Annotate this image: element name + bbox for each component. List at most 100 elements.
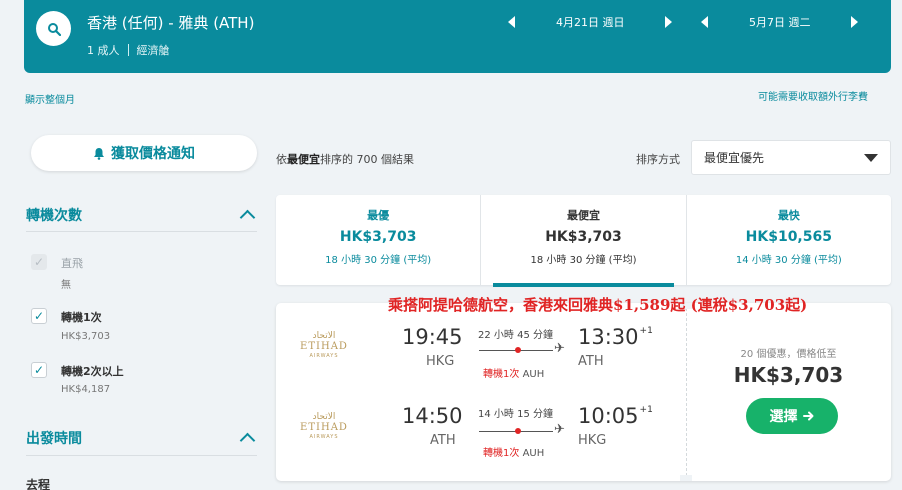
nonstop-checkbox: ✓ (31, 254, 47, 270)
stop-airport: AUH (522, 448, 545, 459)
depart-time: 14:50 (402, 404, 463, 428)
passenger-cabin-summary[interactable]: 1 成人 經濟艙 (87, 42, 170, 58)
depart-date[interactable]: 4月21日 週日 (556, 14, 625, 30)
depart-airport: ATH (430, 433, 456, 448)
select-button[interactable]: 選擇 (746, 398, 838, 434)
one-stop-checkbox[interactable]: ✓ (31, 308, 47, 324)
day-offset: +1 (639, 405, 653, 415)
flight-result-card[interactable]: الاتحاد ETIHAD AIRWAYS 19:45 HKG 22 小時 4… (276, 303, 891, 481)
arrive-time: 13:30+1 (578, 325, 653, 349)
arrive-airport: HKG (578, 433, 607, 448)
airline-logo-sub: AIRWAYS (309, 353, 339, 359)
return-date[interactable]: 5月7日 週二 (749, 14, 811, 30)
results-count-suffix: 排序的 700 個結果 (320, 153, 414, 166)
arrive-time-value: 10:05 (578, 404, 639, 428)
sort-tabs: 最優 HK$3,703 18 小時 30 分鐘 (平均) 最便宜 HK$3,70… (276, 195, 891, 287)
prev-return-date-icon[interactable] (701, 16, 708, 28)
bell-icon (94, 147, 104, 160)
tab-title: 最快 (777, 209, 800, 222)
one-stop-price: HK$3,703 (61, 331, 111, 342)
tab-duration: 18 小時 30 分鐘 (平均) (325, 255, 432, 266)
etihad-logo: الاتحاد ETIHAD AIRWAYS (296, 412, 352, 441)
departure-time-filter-header[interactable]: 出發時間 (26, 428, 257, 449)
search-icon (47, 22, 61, 36)
depart-time: 19:45 (402, 325, 463, 349)
tab-cheapest[interactable]: 最便宜 HK$3,703 18 小時 30 分鐘 (平均) (480, 195, 685, 287)
airline-logo-sub: AIRWAYS (309, 434, 339, 440)
flight-duration: 14 小時 15 分鐘 (478, 409, 553, 420)
stops-filter-header[interactable]: 轉機次數 (26, 205, 257, 226)
collapse-chevron-icon[interactable] (239, 432, 256, 449)
plane-icon: ✈ (554, 341, 565, 356)
arrive-time-value: 13:30 (578, 325, 639, 349)
stops-filter-title: 轉機次數 (26, 208, 82, 224)
tab-fastest[interactable]: 最快 HK$10,565 14 小時 30 分鐘 (平均) (685, 195, 891, 285)
show-whole-month-link[interactable]: 顯示整個月 (25, 91, 75, 106)
plane-icon: ✈ (554, 422, 565, 437)
two-plus-stops-checkbox[interactable]: ✓ (31, 362, 47, 378)
promo-banner-text: 乘搭阿提哈德航空，香港來回雅典$1,589起 (連稅$3,703起) (388, 296, 808, 314)
departure-time-title: 出發時間 (26, 431, 82, 447)
search-summary-bar: 香港 (任何) - 雅典 (ATH) 1 成人 經濟艙 4月21日 週日 5月7… (24, 0, 891, 73)
nonstop-price: 無 (61, 280, 71, 291)
prev-depart-date-icon[interactable] (508, 16, 515, 28)
price-alert-button[interactable]: 獲取價格通知 (31, 135, 257, 171)
stops-info: 轉機1次 AUH (483, 444, 544, 459)
stop-dot (515, 428, 521, 434)
next-return-date-icon[interactable] (850, 16, 858, 28)
stops-info: 轉機1次 AUH (483, 365, 544, 380)
tab-price: HK$3,703 (545, 229, 622, 245)
one-stop-label[interactable]: 轉機1次 (61, 309, 102, 325)
section-divider (26, 231, 257, 232)
airline-logo-arabic: الاتحاد (312, 412, 336, 422)
two-plus-stops-label[interactable]: 轉機2次以上 (61, 363, 124, 379)
sort-value: 最便宜優先 (704, 151, 765, 165)
section-divider (26, 455, 257, 456)
stops-count: 轉機1次 (483, 369, 520, 380)
return-date-nav: 5月7日 週二 (701, 12, 858, 32)
results-count-prefix: 依 (276, 153, 287, 166)
tab-price: HK$10,565 (745, 229, 832, 245)
stop-airport: AUH (522, 369, 545, 380)
next-depart-date-icon[interactable] (664, 16, 672, 28)
cabin-class: 經濟艙 (136, 44, 170, 57)
flight-duration: 22 小時 45 分鐘 (478, 330, 553, 341)
results-count: 依最便宜排序的 700 個結果 (276, 151, 414, 167)
sort-label: 排序方式 (636, 153, 680, 166)
divider (127, 44, 129, 56)
depart-airport: HKG (426, 354, 455, 369)
arrive-airport: ATH (578, 354, 604, 369)
tab-duration: 18 小時 30 分鐘 (平均) (530, 255, 637, 266)
airline-logo-name: ETIHAD (300, 341, 348, 352)
passenger-count: 1 成人 (87, 44, 120, 57)
tab-best[interactable]: 最優 HK$3,703 18 小時 30 分鐘 (平均) (276, 195, 480, 285)
results-count-sort: 最便宜 (287, 153, 320, 166)
price-panel: 20 個優惠，價格低至 HK$3,703 選擇 (686, 303, 891, 481)
route-title[interactable]: 香港 (任何) - 雅典 (ATH) (87, 12, 254, 33)
day-offset: +1 (639, 326, 653, 336)
search-button[interactable] (36, 11, 71, 46)
etihad-logo: الاتحاد ETIHAD AIRWAYS (296, 331, 352, 360)
tab-title: 最便宜 (566, 209, 600, 222)
stop-dot (515, 347, 521, 353)
nonstop-label: 直飛 (61, 257, 83, 270)
outbound-leg: الاتحاد ETIHAD AIRWAYS 19:45 HKG 22 小時 4… (276, 317, 686, 387)
outbound-label: 去程 (26, 478, 51, 490)
inbound-leg: الاتحاد ETIHAD AIRWAYS 14:50 ATH 14 小時 1… (276, 398, 686, 468)
arrow-right-icon (802, 411, 813, 421)
collapse-chevron-icon[interactable] (239, 209, 256, 226)
tab-duration: 14 小時 30 分鐘 (平均) (735, 255, 842, 266)
sort-dropdown[interactable]: 最便宜優先 (691, 140, 891, 175)
result-price: HK$3,703 (733, 363, 844, 387)
arrive-time: 10:05+1 (578, 404, 653, 428)
tab-price: HK$3,703 (339, 229, 417, 245)
price-alert-label: 獲取價格通知 (111, 146, 195, 162)
airline-logo-arabic: الاتحاد (312, 331, 336, 341)
depart-date-nav: 4月21日 週日 (508, 12, 672, 32)
tab-title: 最優 (367, 209, 390, 222)
baggage-fees-link[interactable]: 可能需要收取額外行李費 (758, 88, 868, 103)
select-label: 選擇 (769, 409, 798, 425)
stops-count: 轉機1次 (483, 448, 520, 459)
airline-logo-name: ETIHAD (300, 422, 348, 433)
two-plus-stops-price: HK$4,187 (61, 384, 111, 395)
